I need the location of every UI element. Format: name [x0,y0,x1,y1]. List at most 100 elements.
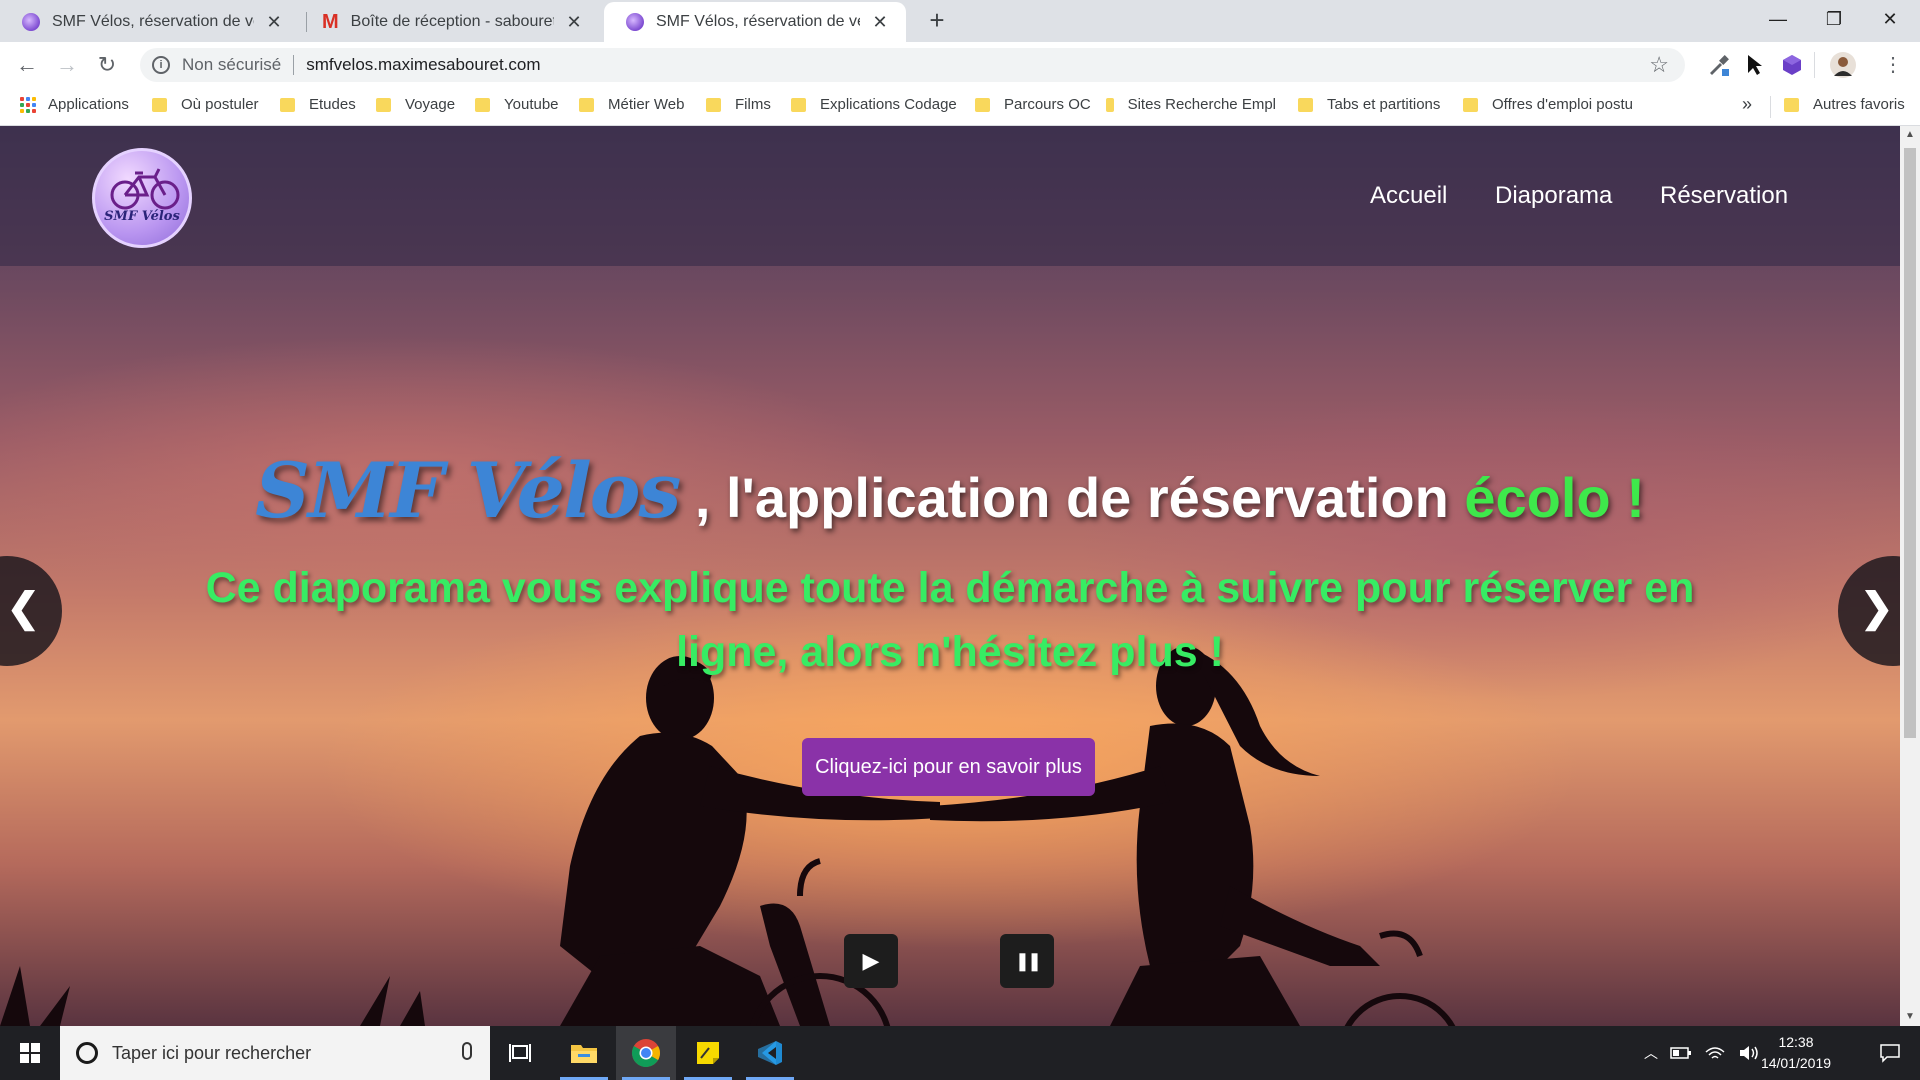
other-bookmarks[interactable]: Autres favoris [1784,96,1905,113]
bookmark-folder[interactable]: Tabs et partitions [1298,96,1440,113]
minimize-button[interactable]: — [1750,0,1806,40]
hero-subline: Ce diaporama vous explique toute la déma… [205,564,1695,676]
action-center-button[interactable] [1860,1026,1920,1080]
new-tab-button[interactable]: + [922,6,952,36]
learn-more-button[interactable]: Cliquez-ici pour en savoir plus [802,738,1095,796]
windows-logo-icon [20,1043,40,1063]
bookmark-label: Tabs et partitions [1327,96,1441,113]
folder-icon [975,97,990,112]
bookmark-label: Sites Recherche Empl [1127,96,1276,113]
sticky-notes-icon [697,1042,719,1064]
bookmark-folder[interactable]: Youtube [475,96,559,113]
hero-headline-middle: , l'application de réservation [679,466,1465,529]
bookmark-folder[interactable]: Métier Web [579,96,684,113]
notification-icon [1880,1044,1900,1063]
url-text[interactable]: smfvelos.maximesabouret.com [306,55,540,75]
close-tab-icon[interactable]: ✕ [564,12,584,33]
vscode-icon [758,1041,782,1065]
microphone-icon[interactable] [462,1042,472,1060]
browser-toolbar: ← → ↻ i Non sécurisé smfvelos.maximesabo… [0,42,1920,88]
hero-headline: SMF Vélos , l'application de réservation… [0,446,1900,535]
taskbar-vscode[interactable] [740,1026,800,1080]
bookmark-star-icon[interactable]: ☆ [1649,52,1669,78]
folder-icon [1106,97,1114,112]
address-bar[interactable]: i Non sécurisé smfvelos.maximesabouret.c… [140,48,1685,82]
scroll-down-icon[interactable]: ▼ [1900,1008,1920,1026]
smf-favicon-icon [626,13,644,31]
bookmark-label: Offres d'emploi postu [1492,96,1633,113]
bicycle-logo-icon [110,168,180,210]
battery-icon[interactable] [1670,1045,1692,1061]
system-tray: ︿ [1644,1026,1760,1080]
reload-button[interactable]: ↻ [92,50,122,80]
task-view-icon [509,1044,531,1062]
bookmark-folder[interactable]: Sites Recherche Empl [1106,96,1276,113]
bookmark-label: Films [735,96,771,113]
close-tab-icon[interactable]: ✕ [264,12,284,33]
extension-cube-icon[interactable] [1780,53,1804,77]
page-viewport: SMF Vélos Accueil Diaporama Réservation … [0,126,1900,1026]
hero-brand: SMF Vélos [255,446,681,535]
taskbar-search-box[interactable]: Taper ici pour rechercher [60,1026,490,1080]
bookmark-label: Métier Web [608,96,685,113]
browser-tab-3-active[interactable]: SMF Vélos, réservation de vélos ✕ [604,2,906,42]
bookmark-folder[interactable]: Offres d'emploi postu [1463,96,1633,113]
close-window-button[interactable]: ✕ [1862,0,1918,40]
back-button[interactable]: ← [12,50,42,80]
site-logo[interactable]: SMF Vélos [92,148,192,248]
security-label: Non sécurisé [182,55,282,74]
close-tab-icon[interactable]: ✕ [870,12,890,33]
profile-avatar[interactable] [1830,52,1856,78]
browser-tab-2[interactable]: M Boîte de réception - sabouretma ✕ [300,2,600,42]
bookmarks-overflow-button[interactable]: » [1742,94,1752,115]
forward-button[interactable]: → [52,50,82,80]
scrollbar-thumb[interactable] [1904,148,1916,738]
address-divider [293,55,295,75]
bookmark-folder[interactable]: Parcours OC [975,96,1091,113]
taskbar-sticky-notes[interactable] [678,1026,738,1080]
apps-grid-icon [20,96,36,113]
page-scrollbar[interactable]: ▲ ▼ [1900,126,1920,1026]
tab-title: SMF Vélos, réservation de vélos [656,13,860,30]
folder-icon [1784,97,1799,112]
cortana-icon [76,1042,98,1064]
toolbar-divider [1814,52,1815,78]
slider-play-button[interactable]: ▶ [844,934,898,988]
folder-icon [1298,97,1313,112]
nav-link-diaporama[interactable]: Diaporama [1495,182,1612,210]
taskbar-chrome[interactable] [616,1026,676,1080]
task-view-button[interactable] [490,1026,550,1080]
bookmark-folder[interactable]: Etudes [280,96,356,113]
folder-icon [579,97,594,112]
tab-title: SMF Vélos, réservation de vélos [52,13,254,30]
nav-link-reservation[interactable]: Réservation [1660,182,1788,210]
folder-icon [791,97,806,112]
screen: SMF Vélos, réservation de vélos ✕ M Boît… [0,0,1920,1080]
bookmark-folder[interactable]: Voyage [376,96,455,113]
bookmark-applications[interactable]: Applications [20,96,129,113]
extension-cursor-icon[interactable] [1742,53,1766,77]
gmail-icon: M [322,10,339,33]
folder-icon [376,97,391,112]
bookmark-folder[interactable]: Où postuler [152,96,259,113]
file-explorer-icon [571,1045,597,1063]
scroll-up-icon[interactable]: ▲ [1900,126,1920,144]
hero-headline-eco: écolo ! [1464,466,1645,529]
wifi-icon[interactable] [1704,1044,1726,1062]
maximize-button[interactable]: ❐ [1806,0,1862,40]
tray-expand-icon[interactable]: ︿ [1644,1043,1658,1063]
site-header: SMF Vélos Accueil Diaporama Réservation [0,126,1900,266]
nav-link-accueil[interactable]: Accueil [1370,182,1447,210]
extension-eyedropper-icon[interactable] [1706,53,1730,77]
taskbar-file-explorer[interactable] [554,1026,614,1080]
start-button[interactable] [0,1026,60,1080]
menu-kebab-icon[interactable]: ⋮ [1878,50,1908,80]
folder-icon [706,97,721,112]
taskbar-clock[interactable]: 12:38 14/01/2019 [1752,1032,1840,1074]
bookmark-folder[interactable]: Films [706,96,771,113]
slider-pause-button[interactable]: ❚❚ [1000,934,1054,988]
browser-tab-1[interactable]: SMF Vélos, réservation de vélos ✕ [0,2,300,42]
bookmark-folder[interactable]: Explications Codage [791,96,957,113]
clock-date: 14/01/2019 [1760,1055,1832,1071]
info-icon[interactable]: i [152,56,170,74]
